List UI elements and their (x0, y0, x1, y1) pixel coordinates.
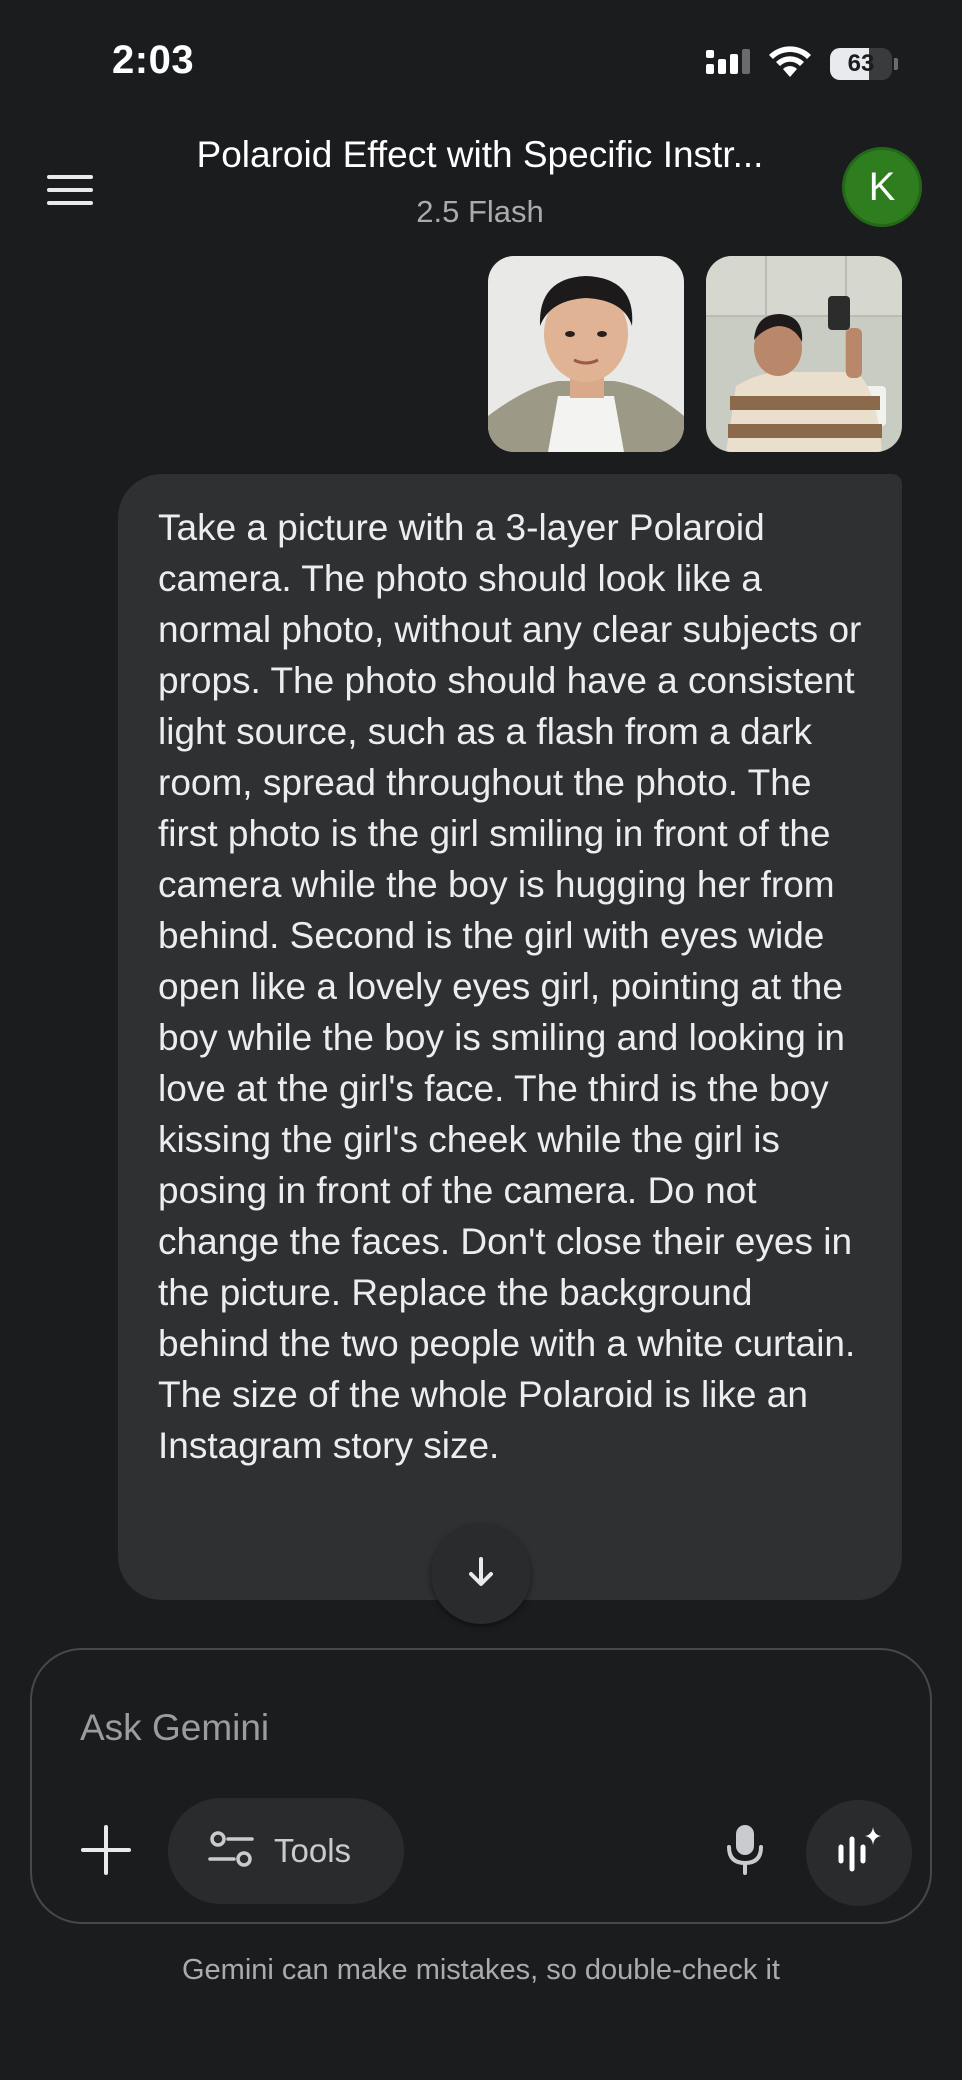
prompt-box: Tools (30, 1648, 932, 1924)
menu-button[interactable] (38, 160, 102, 224)
battery-level: 63 (847, 50, 875, 77)
chat-title[interactable]: Polaroid Effect with Specific Instr... (150, 134, 810, 176)
mic-button[interactable] (712, 1818, 778, 1884)
model-label[interactable]: 2.5 Flash (150, 194, 810, 230)
battery-icon: 63 (830, 48, 892, 80)
user-message: Take a picture with a 3-layer Polaroid c… (118, 474, 902, 1600)
live-button[interactable] (806, 1800, 912, 1906)
tools-icon (208, 1829, 254, 1874)
status-bar: 2:03 63 (0, 0, 962, 120)
signal-icon (704, 46, 750, 83)
scroll-down-button[interactable] (431, 1524, 531, 1624)
menu-icon (47, 173, 93, 212)
live-icon (835, 1825, 883, 1882)
ask-input[interactable] (78, 1702, 862, 1754)
arrow-down-icon (464, 1555, 498, 1594)
wifi-icon (768, 45, 812, 84)
disclaimer: Gemini can make mistakes, so double-chec… (182, 1954, 780, 1986)
chat-header: Polaroid Effect with Specific Instr... 2… (0, 120, 962, 250)
attachment-image-2[interactable] (706, 256, 902, 452)
tools-button[interactable]: Tools (168, 1798, 404, 1904)
user-message-text: Take a picture with a 3-layer Polaroid c… (158, 507, 862, 1466)
mic-icon (725, 1823, 765, 1880)
status-time: 2:03 (112, 38, 195, 82)
add-button[interactable] (74, 1820, 138, 1884)
avatar[interactable]: K (842, 147, 922, 227)
plus-icon (81, 1824, 131, 1880)
status-icons: 63 (704, 44, 898, 84)
attachment-image-1[interactable] (488, 256, 684, 452)
tools-label: Tools (274, 1832, 352, 1869)
